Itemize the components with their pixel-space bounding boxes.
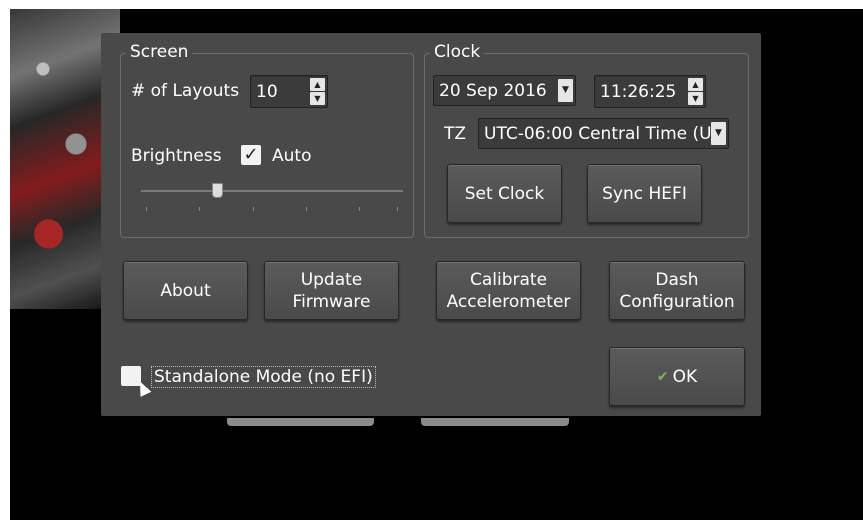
update-label-line2: Firmware [292, 291, 371, 312]
time-spinbox[interactable]: 11:26:25 ▲ ▼ [594, 75, 706, 108]
sync-hefi-button[interactable]: Sync HEFI [587, 164, 702, 223]
timezone-dropdown[interactable]: UTC-06:00 Central Time (U ▼ [478, 118, 729, 149]
top-border [0, 0, 863, 9]
screen-group-title: Screen [126, 42, 193, 62]
clock-group-title: Clock [430, 42, 485, 62]
brightness-label: Brightness [131, 146, 222, 166]
slider-tick [146, 207, 147, 211]
update-label-line1: Update [300, 269, 363, 290]
left-border [0, 9, 10, 520]
set-clock-button[interactable]: Set Clock [447, 164, 562, 223]
slider-tick [306, 207, 307, 211]
layouts-arrows[interactable]: ▲ ▼ [310, 78, 325, 105]
dropdown-arrow-icon[interactable]: ▼ [711, 122, 726, 145]
calibrate-label-line2: Accelerometer [446, 291, 571, 312]
dash-configuration-button[interactable]: Dash Configuration [609, 261, 745, 320]
slider-tick [253, 207, 254, 211]
update-firmware-button[interactable]: Update Firmware [264, 261, 399, 320]
tz-label: TZ [444, 124, 467, 144]
auto-label: Auto [272, 146, 312, 166]
set-clock-label: Set Clock [464, 183, 545, 204]
layouts-label: # of Layouts [131, 81, 240, 101]
ok-check-icon: ✔ [656, 368, 669, 385]
timezone-value: UTC-06:00 Central Time (U [484, 124, 712, 144]
ok-label: OK [672, 366, 698, 387]
spin-down-icon[interactable]: ▼ [310, 92, 325, 105]
time-arrows[interactable]: ▲ ▼ [688, 78, 703, 105]
dash-label-line1: Dash [655, 269, 699, 290]
slider-tick [199, 207, 200, 211]
sync-hefi-label: Sync HEFI [602, 183, 687, 204]
time-value: 11:26:25 [600, 82, 677, 102]
checkmark-icon: ✓ [243, 144, 259, 165]
layouts-value: 10 [256, 82, 278, 102]
spin-up-icon[interactable]: ▲ [688, 78, 703, 91]
brightness-slider-track[interactable] [141, 190, 403, 192]
about-label: About [160, 280, 211, 301]
about-button[interactable]: About [123, 261, 248, 320]
dropdown-arrow-icon[interactable]: ▼ [558, 79, 573, 102]
standalone-mode-label[interactable]: Standalone Mode (no EFI) [151, 366, 376, 388]
date-value: 20 Sep 2016 [439, 81, 547, 101]
ok-button[interactable]: ✔ OK [609, 347, 745, 406]
slider-tick [359, 207, 360, 211]
hidden-button-edge [227, 418, 374, 426]
dash-label-line2: Configuration [619, 291, 735, 312]
date-picker[interactable]: 20 Sep 2016 ▼ [433, 75, 576, 106]
calibrate-accelerometer-button[interactable]: Calibrate Accelerometer [436, 261, 581, 320]
calibrate-label-line1: Calibrate [469, 269, 548, 290]
spin-up-icon[interactable]: ▲ [310, 78, 325, 91]
layouts-spinbox[interactable]: 10 ▲ ▼ [250, 75, 328, 108]
brightness-slider-handle[interactable] [211, 183, 223, 198]
hidden-button-edge [421, 418, 569, 426]
spin-down-icon[interactable]: ▼ [688, 92, 703, 105]
slider-tick [397, 207, 398, 211]
auto-brightness-checkbox[interactable]: ✓ [241, 145, 261, 165]
